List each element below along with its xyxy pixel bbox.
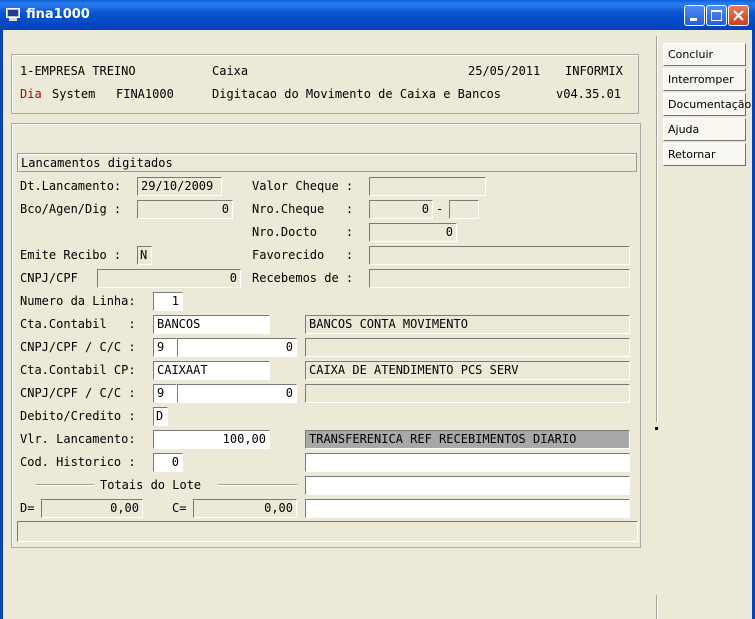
debito-credito-label: Debito/Credito : <box>20 409 136 423</box>
program-code: FINA1000 <box>116 87 174 101</box>
nro-cheque-label: Nro.Cheque : <box>252 202 354 216</box>
favorecido-field[interactable] <box>369 246 630 265</box>
header-date: 25/05/2011 <box>468 64 541 78</box>
concluir-button[interactable]: Concluir <box>663 43 746 66</box>
documentacao-button[interactable]: Documentação <box>663 93 751 116</box>
resize-marker <box>655 427 658 430</box>
cnpj-cc-description-1 <box>305 338 630 357</box>
cnpj-cc-label-2: CNPJ/CPF / C/C : <box>20 386 136 400</box>
cnpj-cc-label-1: CNPJ/CPF / C/C : <box>20 340 136 354</box>
retornar-button[interactable]: Retornar <box>663 143 746 166</box>
toolbar-separator <box>656 36 657 422</box>
total-credito-label: C= <box>172 501 187 515</box>
cta-contabil-label: Cta.Contabil : <box>20 317 136 331</box>
nro-cheque-separator: - <box>436 202 444 216</box>
module-name: Caixa <box>212 64 249 78</box>
cnpj-cpf-label: CNPJ/CPF <box>20 271 78 285</box>
total-debito-label: D= <box>20 501 35 515</box>
company-name: 1-EMPRESA TREINO <box>20 64 136 78</box>
window-frame-left <box>0 30 3 619</box>
cnpj-cpf-field[interactable]: 0 <box>97 269 241 288</box>
cta-contabil-description: BANCOS CONTA MOVIMENTO <box>305 315 630 334</box>
close-button[interactable] <box>728 5 749 26</box>
bco-agen-dig-label: Bco/Agen/Dig : <box>20 202 122 216</box>
nro-cheque-field[interactable]: 0 <box>369 200 433 219</box>
maximize-icon <box>711 10 722 21</box>
section-bar: Lancamentos digitados <box>17 153 637 172</box>
cta-contabil-cp-field[interactable]: CAIXAAT <box>153 361 270 380</box>
toolbar-separator-bottom <box>656 595 657 619</box>
totais-title: Totais do Lote <box>100 478 202 492</box>
vlr-lancamento-label: Vlr. Lancamento: <box>20 432 136 446</box>
cta-contabil-cp-description: CAIXA DE ATENDIMENTO PCS SERV <box>305 361 630 380</box>
numero-linha-label: Numero da Linha: <box>20 294 136 308</box>
cta-contabil-cp-label: Cta.Contabil CP: <box>20 363 136 377</box>
valor-cheque-field[interactable] <box>369 177 486 196</box>
totais-rule-right <box>218 484 298 485</box>
section-title: Lancamentos digitados <box>21 156 173 170</box>
nro-docto-field[interactable]: 0 <box>369 223 457 242</box>
vlr-lancamento-field[interactable]: 100,00 <box>153 430 270 449</box>
recebemos-de-label: Recebemos de : <box>252 271 354 285</box>
maximize-button[interactable] <box>706 5 727 26</box>
valor-cheque-label: Valor Cheque : <box>252 179 354 193</box>
cnpj-cc-type-field-1[interactable]: 9 <box>153 338 177 357</box>
total-credito-field: 0,00 <box>193 499 297 518</box>
cod-historico-field[interactable]: 0 <box>153 453 183 472</box>
numero-linha-field[interactable]: 1 <box>153 292 183 311</box>
minimize-icon <box>690 18 697 21</box>
status-bar <box>17 521 638 542</box>
recebemos-de-field[interactable] <box>369 269 630 288</box>
historico-line-2[interactable] <box>305 453 630 472</box>
cnpj-cc-type-field-2[interactable]: 9 <box>153 384 177 403</box>
window-title: fina1000 <box>26 7 90 22</box>
database-name: INFORMIX <box>565 64 623 78</box>
ajuda-button[interactable]: Ajuda <box>663 118 746 141</box>
cta-contabil-field[interactable]: BANCOS <box>153 315 270 334</box>
nro-cheque-digit-field[interactable] <box>449 200 479 219</box>
emite-recibo-field[interactable]: N <box>137 246 152 265</box>
favorecido-label: Favorecido : <box>252 248 354 262</box>
historico-line-3[interactable] <box>305 476 630 495</box>
historico-description[interactable]: TRANSFERENICA REF RECEBIMENTOS DIARIO <box>305 430 630 449</box>
cod-historico-label: Cod. Historico : <box>20 455 136 469</box>
close-icon <box>733 10 744 21</box>
cnpj-cc-description-2 <box>305 384 630 403</box>
interromper-button[interactable]: Interromper <box>663 68 746 91</box>
cnpj-cc-value-field-2[interactable]: 0 <box>177 384 297 403</box>
header-panel <box>11 54 639 114</box>
program-version: v04.35.01 <box>556 87 622 101</box>
cnpj-cc-value-field-1[interactable]: 0 <box>177 338 297 357</box>
system-label: System <box>52 87 96 101</box>
title-bar: fina1000 <box>0 0 755 30</box>
totais-rule-left <box>36 484 94 485</box>
minimize-button[interactable] <box>684 5 705 26</box>
dt-lancamento-label: Dt.Lancamento: <box>20 179 122 193</box>
total-debito-field: 0,00 <box>41 499 143 518</box>
bco-agen-dig-field[interactable]: 0 <box>137 200 233 219</box>
program-description: Digitacao do Movimento de Caixa e Bancos <box>212 87 501 101</box>
dia-label: Dia <box>20 87 42 101</box>
debito-credito-field[interactable]: D <box>153 407 168 426</box>
dt-lancamento-field[interactable]: 29/10/2009 <box>137 177 222 196</box>
emite-recibo-label: Emite Recibo : <box>20 248 122 262</box>
window-app-icon <box>6 8 20 21</box>
historico-line-4[interactable] <box>305 499 630 518</box>
nro-docto-label: Nro.Docto : <box>252 225 354 239</box>
